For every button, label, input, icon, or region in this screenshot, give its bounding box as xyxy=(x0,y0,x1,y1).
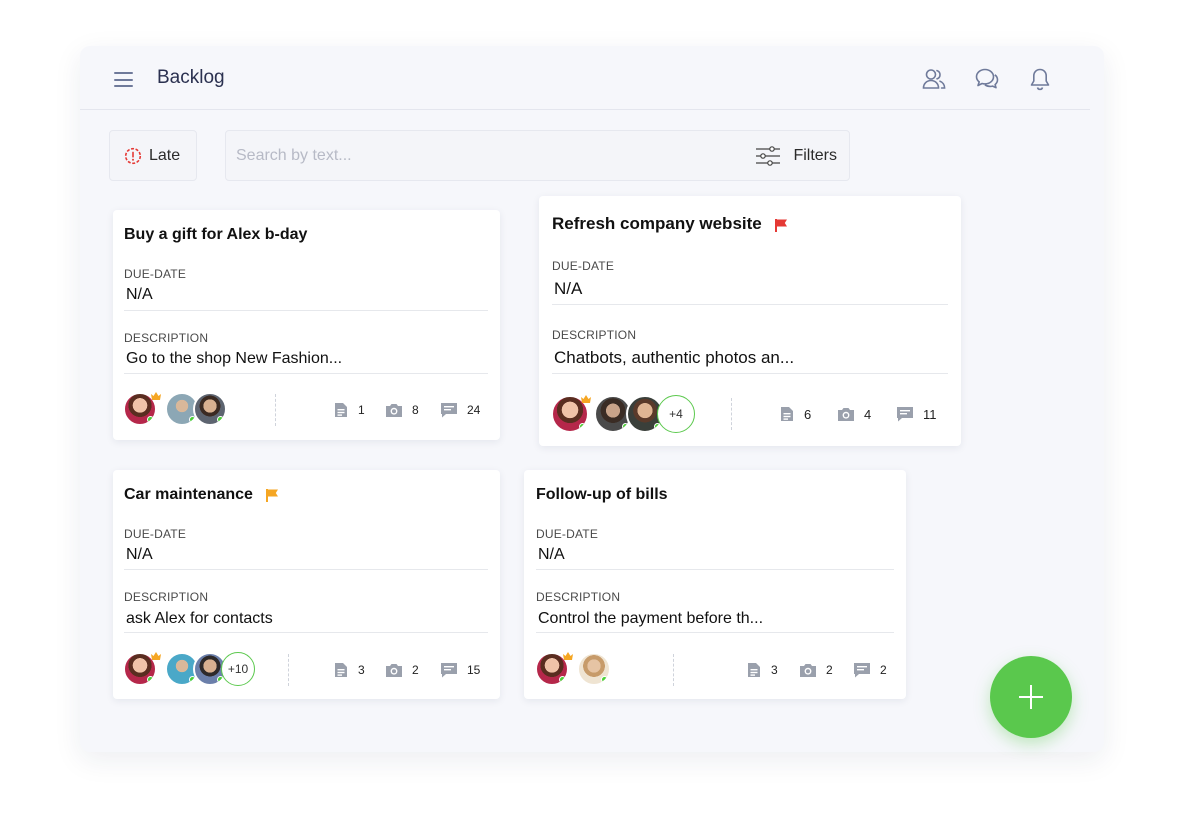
file-icon xyxy=(746,662,762,678)
comment-icon xyxy=(853,662,871,678)
top-bar: Backlog xyxy=(80,46,1090,110)
file-icon xyxy=(333,402,349,418)
divider xyxy=(536,632,894,633)
filters-button[interactable]: Filters xyxy=(755,143,837,169)
due-date-label: DUE-DATE xyxy=(124,527,187,541)
add-task-button[interactable] xyxy=(990,656,1072,738)
flag-icon xyxy=(775,218,788,232)
card-title: Follow-up of bills xyxy=(536,486,668,503)
filters-label: Filters xyxy=(793,147,837,164)
files-count: 3 xyxy=(746,662,778,678)
flag-icon xyxy=(266,488,279,502)
menu-icon[interactable] xyxy=(114,72,133,87)
file-icon xyxy=(333,662,349,678)
divider xyxy=(731,398,732,430)
divider xyxy=(124,310,488,311)
crown-icon xyxy=(151,392,161,400)
description-value: Go to the shop New Fashion... xyxy=(126,350,343,367)
files-count: 6 xyxy=(779,406,811,422)
divider xyxy=(552,304,948,305)
late-filter-button[interactable]: Late xyxy=(109,130,197,181)
search-bar: Filters xyxy=(225,130,850,181)
crown-icon xyxy=(581,395,591,403)
divider xyxy=(124,632,488,633)
camera-icon xyxy=(799,662,817,678)
photos-count: 4 xyxy=(837,406,871,422)
comments-count: 24 xyxy=(440,402,480,418)
due-date-label: DUE-DATE xyxy=(552,259,615,273)
more-members-badge[interactable]: +10 xyxy=(221,652,255,686)
files-count: 1 xyxy=(333,402,365,418)
description-value: ask Alex for contacts xyxy=(126,610,273,627)
comment-icon xyxy=(440,402,458,418)
description-value: Chatbots, authentic photos an... xyxy=(554,348,795,367)
task-card[interactable]: Car maintenance DUE-DATE N/A DESCRIPTION… xyxy=(113,470,500,699)
task-card[interactable]: Buy a gift for Alex b-day DUE-DATE N/A D… xyxy=(113,210,500,440)
description-label: DESCRIPTION xyxy=(552,328,637,342)
comment-icon xyxy=(896,406,914,422)
files-count: 3 xyxy=(333,662,365,678)
photos-count: 8 xyxy=(385,402,419,418)
task-card[interactable]: Refresh company website DUE-DATE N/A DES… xyxy=(539,196,961,446)
card-title: Buy a gift for Alex b-day xyxy=(124,226,308,243)
camera-icon xyxy=(837,406,855,422)
divider xyxy=(288,654,289,686)
due-date-label: DUE-DATE xyxy=(124,267,187,281)
description-value: Control the payment before th... xyxy=(538,610,764,627)
divider xyxy=(673,654,674,686)
member-avatars: +10 xyxy=(123,652,263,688)
photos-count: 2 xyxy=(385,662,419,678)
member-avatars: +4 xyxy=(551,395,711,433)
avatar[interactable] xyxy=(193,392,227,426)
crown-icon xyxy=(563,652,573,660)
chat-icon[interactable] xyxy=(974,66,1000,92)
divider xyxy=(275,394,276,426)
plus-icon xyxy=(1019,685,1043,709)
file-icon xyxy=(779,406,795,422)
divider xyxy=(552,373,948,374)
avatar[interactable] xyxy=(577,652,611,686)
comments-count: 11 xyxy=(896,406,937,422)
alert-clock-icon xyxy=(124,147,142,164)
sliders-icon xyxy=(756,146,781,166)
late-label: Late xyxy=(149,146,181,164)
more-members-badge[interactable]: +4 xyxy=(657,395,695,433)
due-date-value: N/A xyxy=(126,286,153,303)
task-card[interactable]: Follow-up of bills DUE-DATE N/A DESCRIPT… xyxy=(524,470,906,699)
card-title-row: Car maintenance xyxy=(124,486,279,504)
app-window: Backlog Late Search by text... Filters B… xyxy=(80,46,1104,752)
search-input[interactable] xyxy=(226,131,726,180)
due-date-label: DUE-DATE xyxy=(536,527,599,541)
divider xyxy=(536,569,894,570)
due-date-value: N/A xyxy=(554,279,583,298)
description-label: DESCRIPTION xyxy=(124,331,209,345)
member-avatars xyxy=(123,392,243,428)
camera-icon xyxy=(385,662,403,678)
member-avatars xyxy=(535,652,625,688)
camera-icon xyxy=(385,402,403,418)
card-title-row: Refresh company website xyxy=(552,214,788,234)
photos-count: 2 xyxy=(799,662,833,678)
divider xyxy=(124,373,488,374)
comments-count: 2 xyxy=(853,662,887,678)
description-label: DESCRIPTION xyxy=(124,590,209,604)
due-date-value: N/A xyxy=(538,546,565,563)
users-icon[interactable] xyxy=(921,66,947,92)
page-title: Backlog xyxy=(157,67,225,88)
comments-count: 15 xyxy=(440,662,480,678)
card-title: Car maintenance xyxy=(124,486,253,503)
comment-icon xyxy=(440,662,458,678)
crown-icon xyxy=(151,652,161,660)
card-title: Refresh company website xyxy=(552,214,762,233)
divider xyxy=(124,569,488,570)
due-date-value: N/A xyxy=(126,546,153,563)
bell-icon[interactable] xyxy=(1027,66,1053,92)
description-label: DESCRIPTION xyxy=(536,590,621,604)
